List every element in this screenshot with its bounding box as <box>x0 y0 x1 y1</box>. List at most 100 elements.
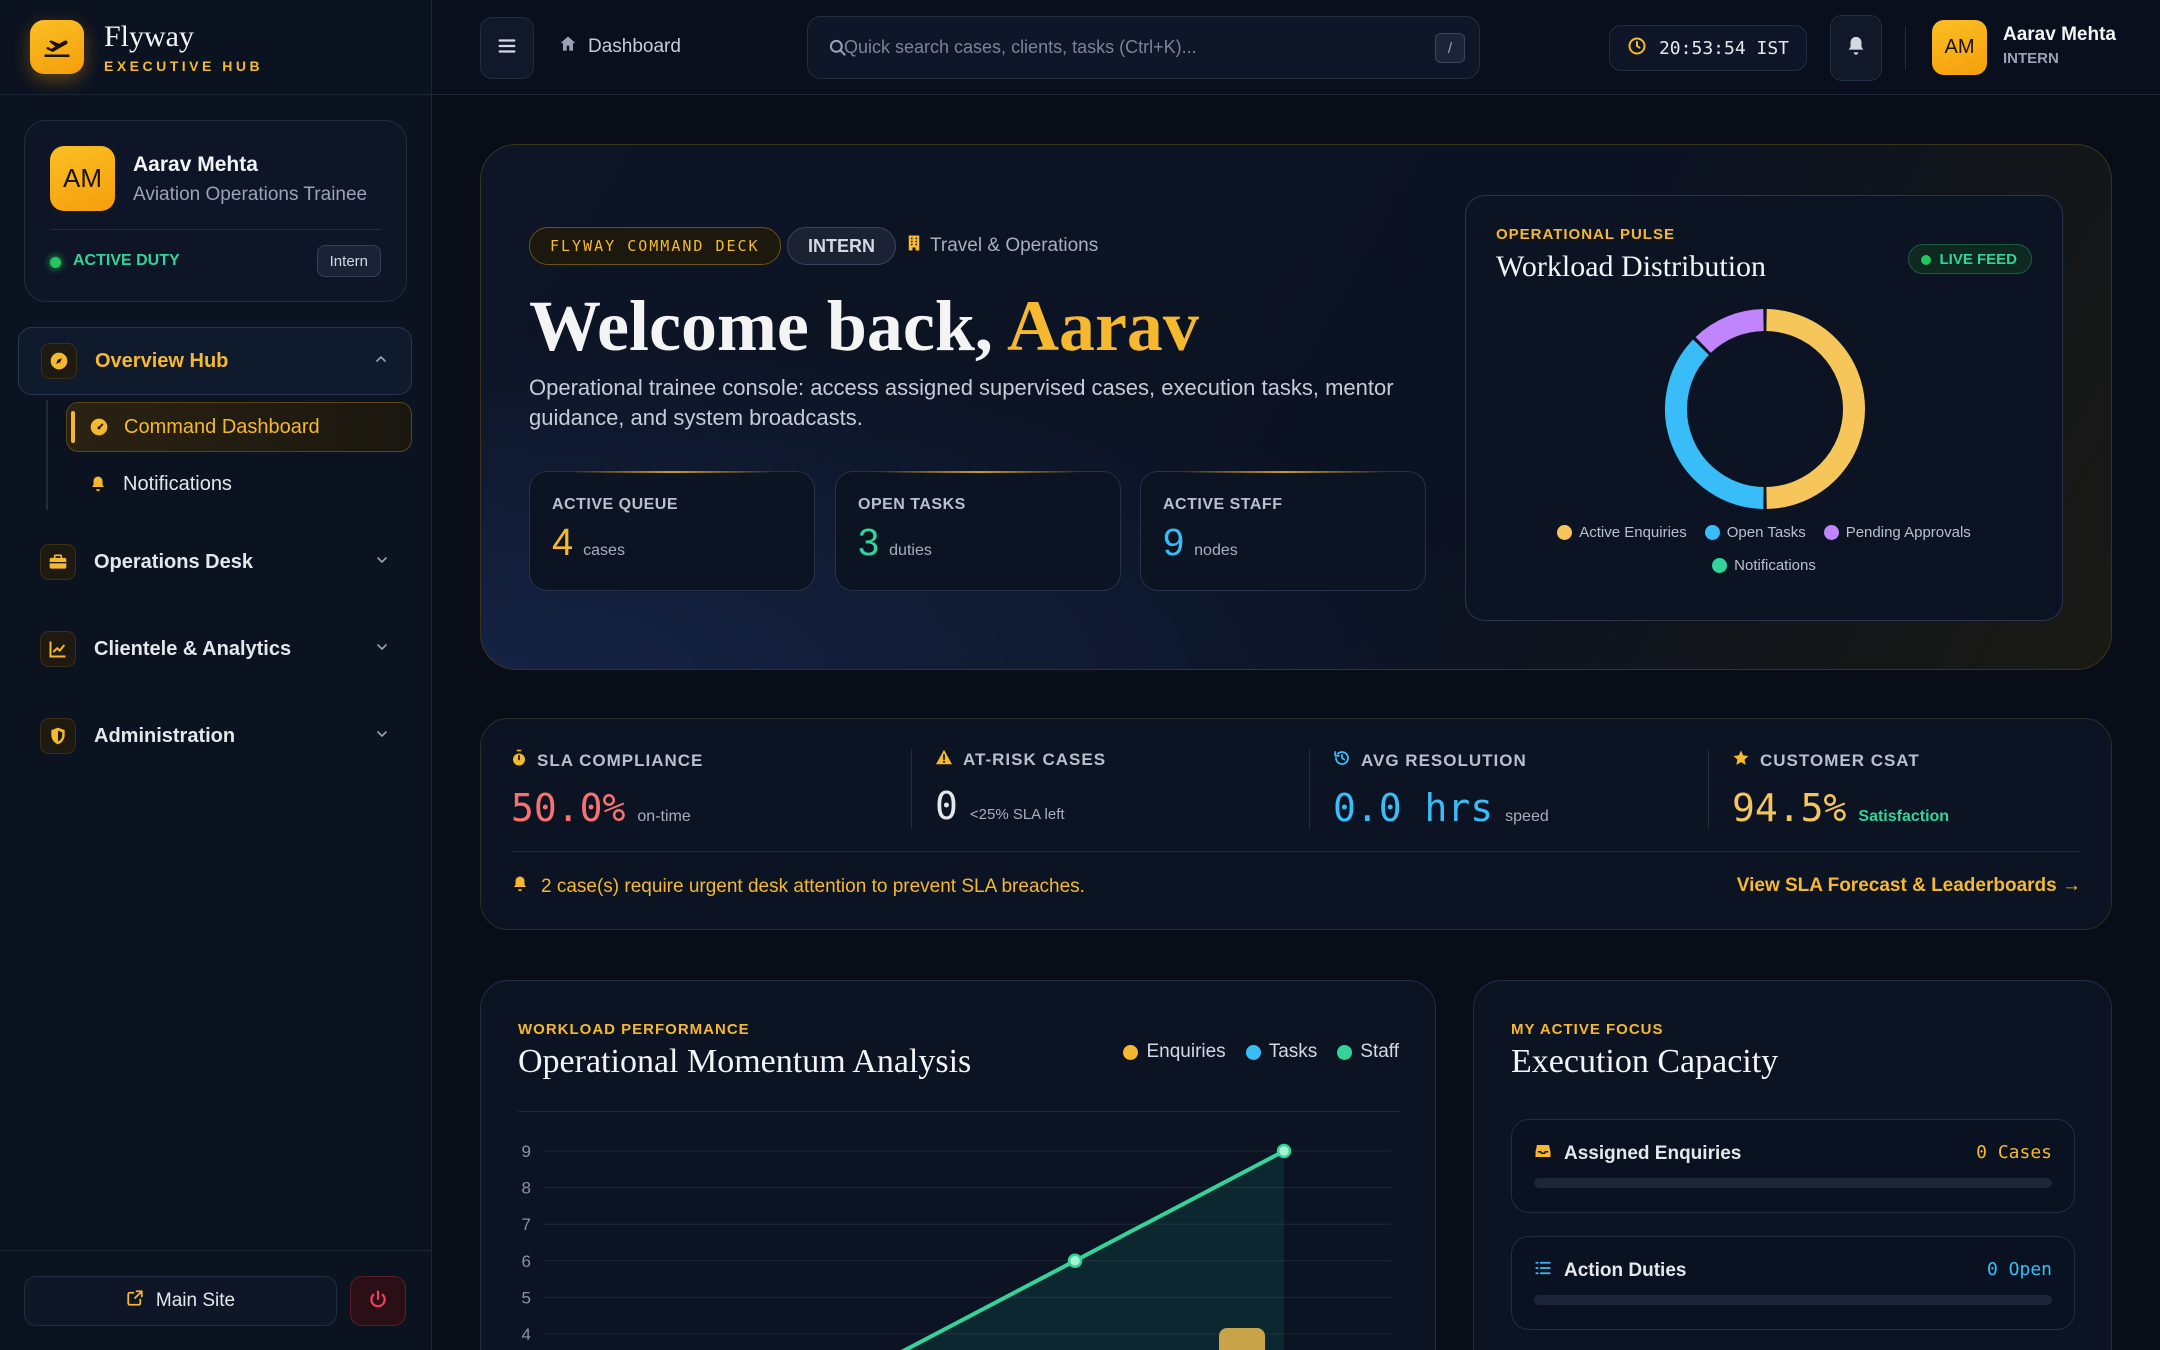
department-label: Travel & Operations <box>930 235 1099 256</box>
breadcrumb[interactable]: Dashboard <box>558 34 681 60</box>
user-avatar[interactable]: AM <box>1932 20 1987 75</box>
kpi-at-risk-cases[interactable]: AT-RISK CASES 0 <25% SLA left <box>935 749 1106 829</box>
history-icon <box>1333 749 1351 772</box>
sidebar-item-command-dashboard[interactable]: Command Dashboard <box>66 402 412 452</box>
kpi-label-row: CUSTOMER CSAT <box>1732 749 1949 772</box>
sla-alert: 2 case(s) require urgent desk attention … <box>511 875 1085 899</box>
legend-dot <box>1557 525 1573 540</box>
user-role: INTERN <box>2003 50 2059 67</box>
kpi-avg-resolution[interactable]: AVG RESOLUTION 0.0 hrs speed <box>1333 749 1549 831</box>
sla-forecast-link[interactable]: View SLA Forecast & Leaderboards → <box>1737 875 2081 897</box>
kpi-customer-csat[interactable]: CUSTOMER CSAT 94.5% Satisfaction <box>1732 749 1949 830</box>
menu-toggle-button[interactable] <box>480 17 534 79</box>
welcome-heading: Welcome back, Aarav <box>529 285 1199 368</box>
donut-legend-row-1: Active Enquiries Open Tasks Pending Approv… <box>1466 524 2062 541</box>
y-tick-label: 7 <box>522 1215 531 1234</box>
divider <box>911 749 912 829</box>
card-value: 0 Open <box>1986 1259 2052 1280</box>
focus-title: Execution Capacity <box>1511 1043 1779 1080</box>
legend-dot <box>1712 558 1728 573</box>
kpi-value-row: 50.0% on-time <box>511 786 703 830</box>
donut-slice-pending-approvals[interactable] <box>1695 309 1765 354</box>
live-feed-badge: LIVE FEED <box>1908 244 2032 274</box>
brand-subtitle: EXECUTIVE HUB <box>104 58 264 74</box>
divider <box>50 229 381 230</box>
stat-card-open-tasks[interactable]: OPEN TASKS 3 duties <box>835 471 1121 591</box>
stat-label: ACTIVE QUEUE <box>552 496 679 513</box>
kpi-value: 0.0 hrs <box>1333 786 1494 830</box>
clock-time: 20:53:54 IST <box>1658 37 1790 59</box>
bell-icon <box>511 875 529 899</box>
shortcut-key: / <box>1435 33 1465 63</box>
kpi-label: AVG RESOLUTION <box>1361 750 1527 770</box>
compass-icon <box>41 343 77 379</box>
warning-icon <box>935 749 953 770</box>
kpi-value: 0 <box>935 784 958 828</box>
kpi-value: 94.5% <box>1732 786 1847 830</box>
nav-label: Operations Desk <box>94 550 253 573</box>
kpi-label-row: AT-RISK CASES <box>935 749 1106 770</box>
home-icon <box>558 34 578 60</box>
stat-unit: cases <box>583 542 625 559</box>
stat-card-active-queue[interactable]: ACTIVE QUEUE 4 cases <box>529 471 815 591</box>
bell-icon <box>1845 35 1867 62</box>
hero-panel: FLYWAY COMMAND DECK INTERN Travel & Oper… <box>480 144 2112 670</box>
workload-distribution-card: OPERATIONAL PULSE Workload Distribution … <box>1465 195 2063 621</box>
assigned-enquiries-card[interactable]: Assigned Enquiries 0 Cases <box>1511 1119 2075 1213</box>
stat-card-active-staff[interactable]: ACTIVE STAFF 9 nodes <box>1140 471 1426 591</box>
staff-point[interactable] <box>1067 1253 1083 1269</box>
momentum-chart-panel: WORKLOAD PERFORMANCE Operational Momentu… <box>480 980 1436 1350</box>
brand[interactable]: Flyway EXECUTIVE HUB <box>0 0 431 95</box>
inbox-icon <box>1534 1142 1552 1166</box>
nav-overview-hub[interactable]: Overview Hub <box>18 327 412 395</box>
profile-card: AM Aarav Mehta Aviation Operations Train… <box>24 120 407 302</box>
nav-administration[interactable]: Administration <box>18 702 412 770</box>
action-duties-card[interactable]: Action Duties 0 Open <box>1511 1236 2075 1330</box>
bell-icon <box>88 474 108 494</box>
notifications-button[interactable] <box>1830 15 1882 81</box>
legend-label: Pending Approvals <box>1845 524 1971 541</box>
brand-name: Flyway <box>104 20 194 53</box>
kpi-value: 50.0% <box>511 786 626 830</box>
legend-label: Active Enquiries <box>1579 524 1687 541</box>
enquiries-marker[interactable] <box>1219 1328 1265 1350</box>
legend-item: Active Enquiries <box>1557 524 1687 541</box>
search-input[interactable] <box>844 17 1404 78</box>
kpi-sla-compliance[interactable]: SLA COMPLIANCE 50.0% on-time <box>511 749 704 830</box>
hero-description: Operational trainee console: access assi… <box>529 375 1394 430</box>
y-tick-label: 9 <box>522 1142 531 1161</box>
main-site-button[interactable]: Main Site <box>24 1276 337 1326</box>
briefcase-icon <box>40 544 76 580</box>
nav-operations-desk[interactable]: Operations Desk <box>18 528 412 596</box>
logout-button[interactable] <box>350 1276 406 1326</box>
donut-slice-open-tasks[interactable] <box>1665 339 1764 509</box>
donut-chart <box>1665 309 1865 509</box>
divider <box>1905 26 1906 70</box>
card-head: Assigned Enquiries <box>1534 1142 1741 1166</box>
sidebar-item-notifications[interactable]: Notifications <box>66 459 412 509</box>
search-box[interactable]: / <box>807 16 1480 79</box>
donut-slice-active-enquiries[interactable] <box>1766 309 1865 509</box>
topbar: Dashboard / 20:53:54 IST AM Aarav Mehta … <box>432 0 2160 95</box>
kpi-sub: <25% SLA left <box>969 806 1065 823</box>
divider <box>1309 749 1310 829</box>
breadcrumb-label: Dashboard <box>588 36 681 57</box>
momentum-line-chart: 4 5 6 7 8 9 <box>522 1142 1391 1350</box>
profile-name: Aarav Mehta <box>133 153 258 176</box>
y-tick-label: 8 <box>522 1179 531 1198</box>
department-tag: Travel & Operations <box>906 227 1098 265</box>
nav-clientele-analytics[interactable]: Clientele & Analytics <box>18 615 412 683</box>
execution-capacity-panel: MY ACTIVE FOCUS Execution Capacity Assig… <box>1473 980 2112 1350</box>
chevron-up-icon <box>373 351 389 372</box>
legend-item: Notifications <box>1712 557 1816 574</box>
legend-dot <box>1823 525 1839 540</box>
staff-point[interactable] <box>1276 1143 1292 1159</box>
submenu-line <box>46 400 48 510</box>
sla-alert-text: 2 case(s) require urgent desk attention … <box>541 876 1085 897</box>
y-tick-label: 4 <box>522 1325 531 1344</box>
nav-label: Overview Hub <box>95 349 229 372</box>
y-tick-label: 6 <box>522 1252 531 1271</box>
kpi-label: SLA COMPLIANCE <box>537 750 704 770</box>
checklist-icon <box>1534 1259 1552 1283</box>
nav-label: Clientele & Analytics <box>94 637 292 660</box>
